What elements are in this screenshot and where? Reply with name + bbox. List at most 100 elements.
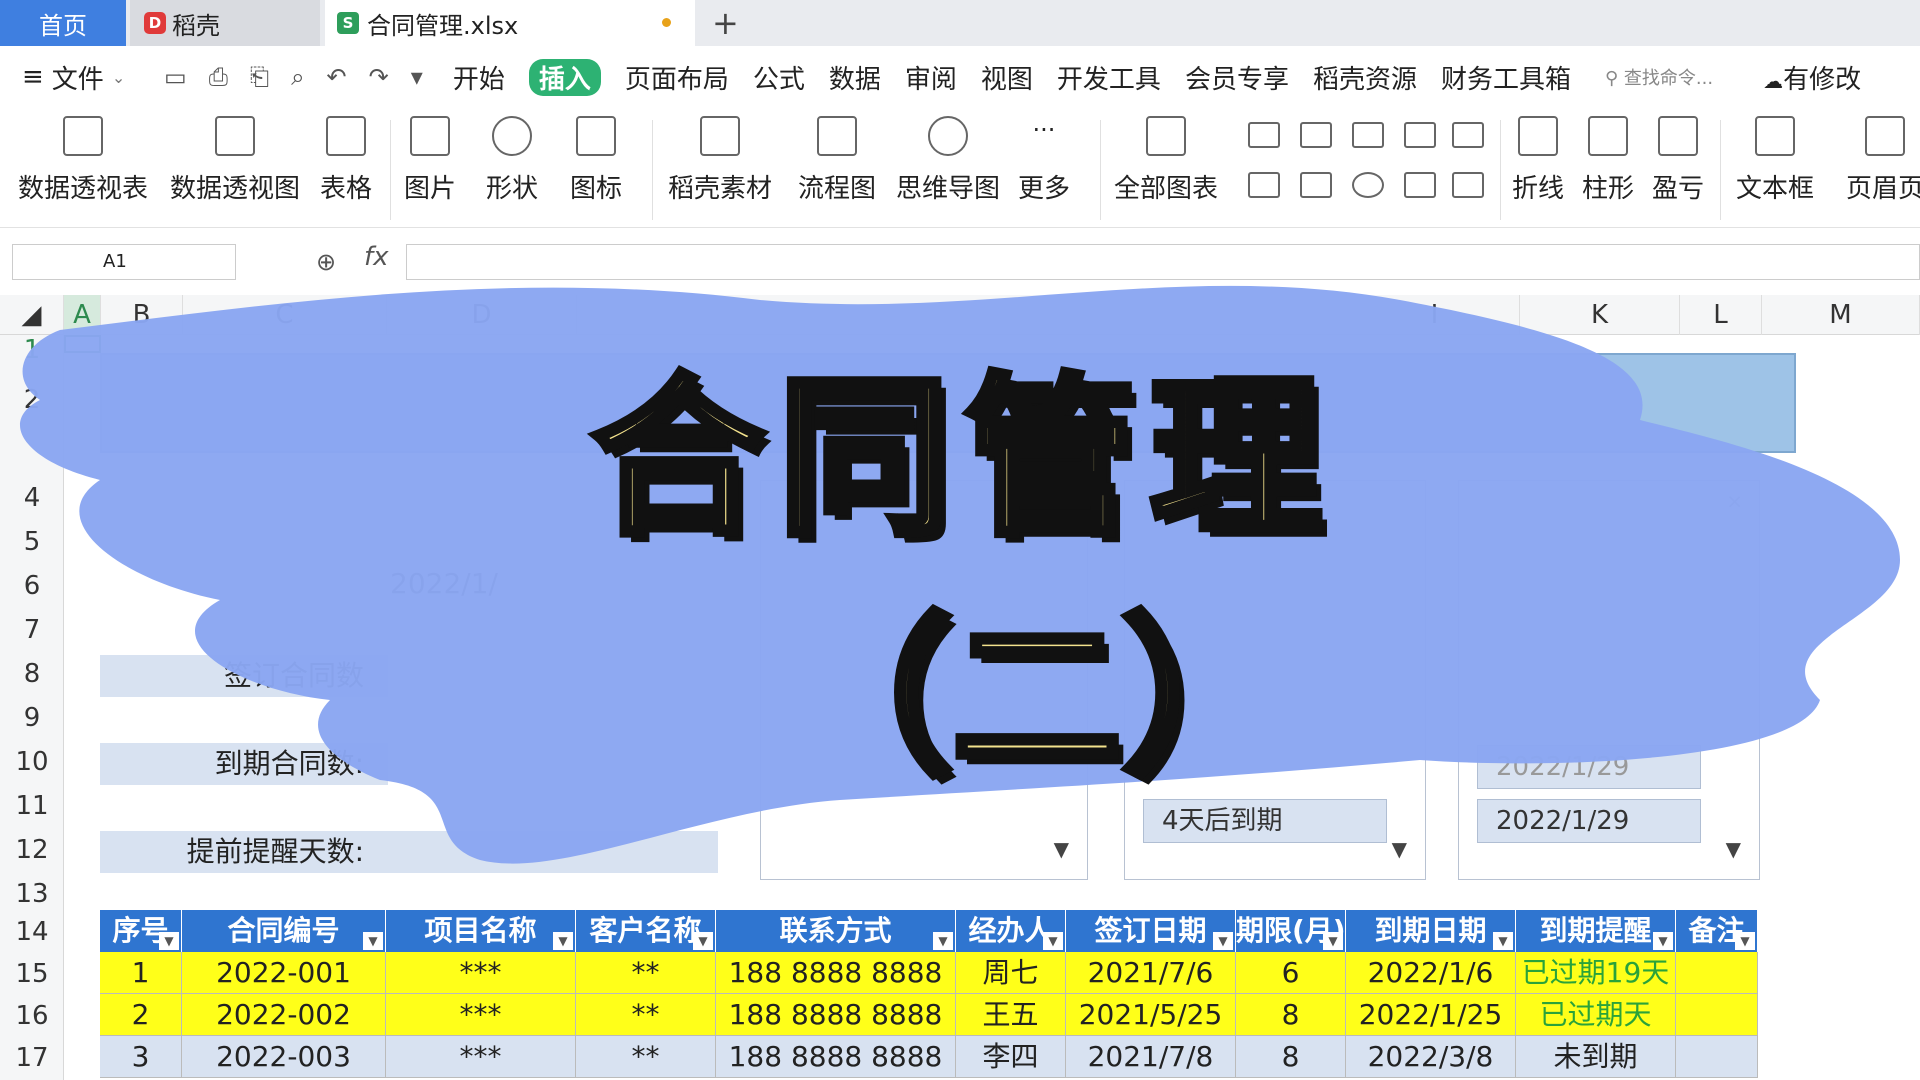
slicer-panel-3[interactable]: ⨯ 2022/1/29 2022/1/29 ▼ <box>1458 480 1760 880</box>
header-handler[interactable]: 经办人 ▼ <box>956 910 1066 952</box>
print-preview-icon[interactable]: ⌕ <box>291 63 304 91</box>
table-cell[interactable]: 李四 <box>956 1036 1066 1078</box>
filter-icon[interactable]: ▼ <box>159 932 179 950</box>
table-cell[interactable]: 2022/1/25 <box>1346 994 1516 1036</box>
tab-file[interactable]: S 合同管理.xlsx <box>325 0 695 46</box>
row-header-16[interactable]: 16 <box>0 1001 64 1031</box>
table-cell[interactable]: 2022-003 <box>182 1036 386 1078</box>
pivot-chart-button[interactable]: 数据透视图 <box>170 116 300 205</box>
picture-button[interactable]: 图片 <box>404 116 456 205</box>
modified-status[interactable]: ☁有修改 <box>1763 59 1861 96</box>
clear-filter-icon[interactable]: ⨯ <box>1726 489 1743 513</box>
table-cell[interactable]: 188 8888 8888 <box>716 952 956 994</box>
filter-icon[interactable]: ▼ <box>1323 932 1343 950</box>
tab-home[interactable]: 首页 <box>0 0 126 46</box>
table-cell[interactable]: ** <box>576 994 716 1036</box>
header-contact[interactable]: 联系方式 ▼ <box>716 910 956 952</box>
sparkline-line-button[interactable]: 折线 <box>1512 116 1564 205</box>
filter-icon[interactable]: ▼ <box>1493 932 1513 950</box>
row-header-13[interactable]: 13 <box>0 879 64 909</box>
scatter-chart-icon[interactable] <box>1404 172 1436 198</box>
scroll-down-icon[interactable]: ▼ <box>1054 837 1069 861</box>
table-cell[interactable]: 6 <box>1236 952 1346 994</box>
more-button[interactable]: ··· 更多 <box>1018 116 1070 205</box>
selected-cell-a1[interactable] <box>64 335 101 353</box>
table-button[interactable]: 表格 <box>320 116 372 205</box>
label-signed-contracts[interactable]: 签订合同数 <box>100 655 388 697</box>
table-cell[interactable]: 188 8888 8888 <box>716 994 956 1036</box>
column-header-b[interactable]: B <box>101 295 183 335</box>
export-icon[interactable]: ⎙ <box>209 63 228 91</box>
table-cell[interactable]: *** <box>386 1036 576 1078</box>
menu-data[interactable]: 数据 <box>829 59 881 96</box>
table-cell[interactable]: 2 <box>100 994 182 1036</box>
new-tab-icon[interactable]: + <box>712 4 739 42</box>
row-header-2[interactable]: 2 <box>0 385 64 415</box>
table-cell[interactable]: 2022-002 <box>182 994 386 1036</box>
table-cell[interactable]: 已过期天 <box>1516 994 1676 1036</box>
table-cell[interactable]: *** <box>386 994 576 1036</box>
column-header-k[interactable]: K <box>1520 295 1680 335</box>
file-menu[interactable]: ≡ 文件 ⌄ <box>0 59 150 96</box>
header-index[interactable]: 序号 ▼ <box>100 910 182 952</box>
flowchart-button[interactable]: 流程图 <box>798 116 876 205</box>
table-cell[interactable]: 2021/5/25 <box>1066 994 1236 1036</box>
header-project[interactable]: 项目名称 ▼ <box>386 910 576 952</box>
table-cell[interactable]: *** <box>386 952 576 994</box>
scroll-down-icon[interactable]: ▼ <box>1726 837 1741 861</box>
label-expired-contracts[interactable]: 到期合同数: <box>100 743 388 785</box>
row-header-8[interactable]: 8 <box>0 659 64 689</box>
filter-icon[interactable]: ▼ <box>553 932 573 950</box>
table-cell[interactable]: 已过期19天 <box>1516 952 1676 994</box>
table-cell[interactable]: 周七 <box>956 952 1066 994</box>
filter-icon[interactable]: ▼ <box>1043 932 1063 950</box>
zoom-icon[interactable]: ⊕ <box>316 248 336 276</box>
table-cell[interactable]: 8 <box>1236 994 1346 1036</box>
customize-icon[interactable]: ▾ <box>411 63 423 91</box>
icon-button[interactable]: 图标 <box>570 116 622 205</box>
sparkline-winloss-button[interactable]: 盈亏 <box>1652 116 1704 205</box>
column-header-i[interactable]: I <box>1350 295 1520 335</box>
header-client[interactable]: 客户名称 ▼ <box>576 910 716 952</box>
radar-chart-icon[interactable] <box>1404 122 1436 148</box>
combo-chart-icon[interactable] <box>1300 172 1332 198</box>
header-reminder[interactable]: 到期提醒 ▼ <box>1516 910 1676 952</box>
table-cell[interactable] <box>1676 952 1758 994</box>
sparkline-column-button[interactable]: 柱形 <box>1582 116 1634 205</box>
filter-icon[interactable]: ▼ <box>1213 932 1233 950</box>
filter-icon[interactable]: ▼ <box>363 932 383 950</box>
bubble-chart-icon[interactable] <box>1452 172 1484 198</box>
filter-icon[interactable]: ▼ <box>1735 932 1755 950</box>
row-header-1[interactable]: 1 <box>0 335 64 365</box>
slicer-item-date-partial[interactable]: 2022/1/29 <box>1477 745 1701 789</box>
scroll-down-icon[interactable]: ▼ <box>1392 837 1407 861</box>
row-header-11[interactable]: 11 <box>0 791 64 821</box>
bar-chart-small-icon[interactable] <box>1300 122 1332 148</box>
header-due-date[interactable]: 到期日期 ▼ <box>1346 910 1516 952</box>
menu-resources[interactable]: 稻壳资源 <box>1313 59 1417 96</box>
mindmap-button[interactable]: 思维导图 <box>896 116 1000 205</box>
print-icon[interactable]: ⎗ <box>250 63 269 91</box>
row-header-12[interactable]: 12 <box>0 835 64 865</box>
table-cell[interactable]: 1 <box>100 952 182 994</box>
shape-button[interactable]: 形状 <box>486 116 538 205</box>
menu-insert[interactable]: 插入 <box>528 58 601 96</box>
table-cell[interactable] <box>1676 1036 1758 1078</box>
menu-page-layout[interactable]: 页面布局 <box>625 59 729 96</box>
filter-icon[interactable]: ▼ <box>1653 932 1673 950</box>
column-header-a[interactable]: A <box>64 295 101 335</box>
table-cell[interactable]: 8 <box>1236 1036 1346 1078</box>
table-cell[interactable]: ** <box>576 952 716 994</box>
redo-icon[interactable]: ↷ <box>369 63 389 91</box>
select-all-corner[interactable]: ◢ <box>0 295 64 335</box>
date-cell[interactable]: 2022/1/ <box>390 567 498 600</box>
filter-icon[interactable]: ▼ <box>693 932 713 950</box>
area-chart-icon[interactable] <box>1248 172 1280 198</box>
menu-view[interactable]: 视图 <box>981 59 1033 96</box>
formula-input[interactable] <box>406 244 1920 280</box>
stock-chart-icon[interactable] <box>1452 122 1484 148</box>
table-cell[interactable]: 未到期 <box>1516 1036 1676 1078</box>
row-header-15[interactable]: 15 <box>0 959 64 989</box>
table-cell[interactable]: 王五 <box>956 994 1066 1036</box>
table-cell[interactable]: 2021/7/8 <box>1066 1036 1236 1078</box>
